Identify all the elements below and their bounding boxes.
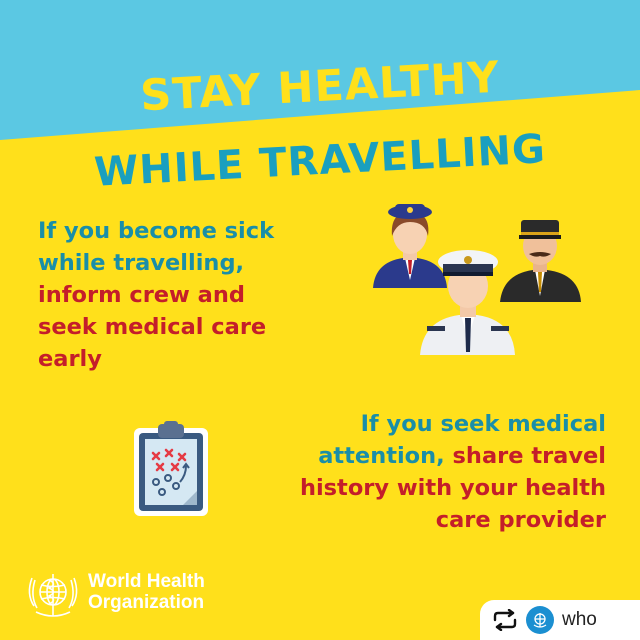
who-name: World Health Organization [88,571,205,613]
sick-message-line-4: seek medical care [38,314,267,340]
who-emblem-icon [28,574,78,617]
repost-badge[interactable]: who [480,600,640,640]
medical-message-line-2: attention, share travel [300,440,606,472]
who-name-line-2: Organization [88,592,205,613]
poster: STAY HEALTHY WHILE TRAVELLING If you bec… [0,0,640,640]
medical-message-line-2b: share travel [444,443,606,469]
sick-message-line-2: while travelling, [38,250,245,276]
medical-message-line-1: If you seek medical [360,411,606,437]
flight-attendant-icon [373,204,447,288]
medical-message-line-3: history with your health [299,475,606,501]
repost-icon[interactable] [492,609,518,631]
medical-attention-message: If you seek medical attention, share tra… [300,408,606,536]
medical-message-line-4: care provider [435,507,606,533]
sick-message-line-3: inform crew and [38,282,245,308]
who-avatar-emblem-icon [533,613,547,628]
sick-message: If you become sick while travelling, inf… [38,215,274,375]
sick-message-line-1: If you become sick [38,218,275,244]
captain-icon [500,220,581,302]
clipboard-icon [134,421,208,516]
avatar[interactable] [526,606,554,634]
who-name-line-1: World Health [88,571,205,592]
medical-message-line-2a: attention, [318,443,445,469]
crew-illustration [373,204,581,355]
sick-message-line-5: early [38,346,102,372]
repost-handle[interactable]: who [562,609,597,631]
